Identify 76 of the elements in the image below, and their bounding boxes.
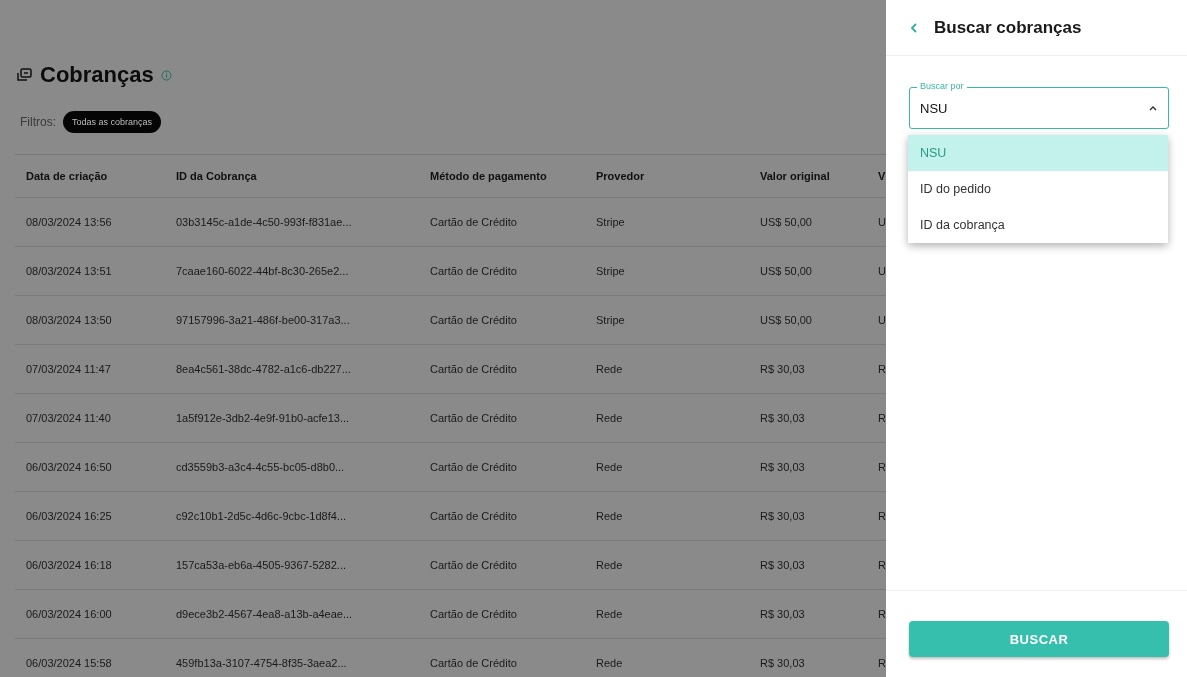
table-cell-text: 06/03/2024 16:50 bbox=[26, 461, 113, 473]
table-cell-text: Cartão de Crédito bbox=[430, 608, 518, 620]
table-cell-text: Rede bbox=[596, 559, 624, 571]
table-cell-text: 08/03/2024 13:51 bbox=[26, 265, 113, 277]
table-cell-text: Rede bbox=[596, 510, 624, 522]
select-label: Buscar por bbox=[917, 81, 967, 91]
table-cell-text: Cartão de Crédito bbox=[430, 461, 518, 473]
table-cell-text: 7caae160-6022-44bf-8c30-265e2... bbox=[176, 265, 350, 277]
table-cell: R bbox=[878, 363, 886, 375]
table-cell-text: 8ea4c561-38dc-4782-a1c6-db227... bbox=[176, 363, 352, 375]
table-cell: R bbox=[878, 559, 886, 571]
table-cell: U bbox=[878, 314, 886, 326]
table-cell-text: cd3559b3-a3c4-4c55-bc05-d8b0... bbox=[176, 461, 346, 473]
table-cell-text: Rede bbox=[596, 608, 624, 620]
table-cell-text: R$ 30,03 bbox=[760, 608, 806, 620]
table-cell-text: 06/03/2024 15:58 bbox=[26, 657, 113, 669]
table-cell-text: 08/03/2024 13:50 bbox=[26, 314, 113, 326]
table-cell-text: R$ 30,03 bbox=[760, 559, 806, 571]
column-header: ID da Cobrança bbox=[176, 170, 258, 182]
filters-label: Filtros: bbox=[20, 115, 56, 129]
filter-chip[interactable]: Todas as cobranças bbox=[63, 111, 162, 133]
table-cell-text: 03b3145c-a1de-4c50-993f-f831ae... bbox=[176, 216, 353, 228]
select-value: NSU bbox=[920, 100, 948, 116]
table-cell-text: Cartão de Crédito bbox=[430, 412, 518, 424]
column-header: V bbox=[878, 170, 886, 182]
table-cell-text: US$ 50,00 bbox=[760, 314, 813, 326]
table-cell-text: Cartão de Crédito bbox=[430, 314, 518, 326]
page-title: Cobranças bbox=[40, 62, 154, 88]
table-cell: R bbox=[878, 412, 886, 424]
table-cell: R bbox=[878, 510, 886, 522]
column-header: Método de pagamento bbox=[430, 170, 548, 182]
table-cell: R bbox=[878, 657, 886, 669]
menu-option[interactable]: ID do pedido bbox=[908, 171, 1168, 207]
table-cell-text: Cartão de Crédito bbox=[430, 559, 518, 571]
table-cell-text: Cartão de Crédito bbox=[430, 363, 518, 375]
table-cell-text: 08/03/2024 13:56 bbox=[26, 216, 113, 228]
table-cell-text: 06/03/2024 16:00 bbox=[26, 608, 113, 620]
menu-option[interactable]: ID da cobrança bbox=[908, 207, 1168, 243]
table-cell-text: 459fb13a-3107-4754-8f35-3aea2... bbox=[176, 657, 348, 669]
table-cell-text: Stripe bbox=[596, 265, 626, 277]
table-cell-text: 06/03/2024 16:25 bbox=[26, 510, 113, 522]
table-cell-text: R$ 30,03 bbox=[760, 510, 806, 522]
table-cell: R bbox=[878, 608, 886, 620]
table-cell-text: d9ece3b2-4567-4ea8-a13b-a4eae... bbox=[176, 608, 354, 620]
table-cell-text: R$ 30,03 bbox=[760, 461, 806, 473]
table-cell-text: Cartão de Crédito bbox=[430, 510, 518, 522]
table-cell-text: Rede bbox=[596, 461, 624, 473]
table-cell-text: c92c10b1-2d5c-4d6c-9cbc-1d8f4... bbox=[176, 510, 347, 522]
table-cell-text: Rede bbox=[596, 657, 624, 669]
table-cell-text: 07/03/2024 11:47 bbox=[26, 363, 112, 375]
table-cell-text: US$ 50,00 bbox=[760, 265, 813, 277]
table-cell-text: Rede bbox=[596, 412, 624, 424]
table-cell: U bbox=[878, 265, 886, 277]
table-cell: U bbox=[878, 216, 886, 228]
info-icon[interactable] bbox=[160, 69, 172, 81]
table-cell-text: R$ 30,03 bbox=[760, 363, 806, 375]
table-cell-text: US$ 50,00 bbox=[760, 216, 813, 228]
drawer-title: Buscar cobranças bbox=[934, 17, 1082, 38]
table-cell-text: 97157996-3a21-486f-be00-317a3... bbox=[176, 314, 351, 326]
cards-icon bbox=[15, 67, 33, 83]
table-cell-text: 07/03/2024 11:40 bbox=[26, 412, 112, 424]
table-cell-text: 1a5f912e-3db2-4e9f-91b0-acfe13... bbox=[176, 412, 351, 424]
table-cell-text: Rede bbox=[596, 363, 624, 375]
column-header: Provedor bbox=[596, 170, 646, 182]
table-cell-text: Stripe bbox=[596, 314, 626, 326]
table-cell-text: Cartão de Crédito bbox=[430, 657, 518, 669]
table-cell-text: Cartão de Crédito bbox=[430, 216, 518, 228]
table-cell-text: 157ca53a-eb6a-4505-9367-5282... bbox=[176, 559, 348, 571]
table-cell-text: Stripe bbox=[596, 216, 626, 228]
table-cell-text: 06/03/2024 16:18 bbox=[26, 559, 113, 571]
table-cell: R bbox=[878, 461, 886, 473]
table-cell-text: R$ 30,03 bbox=[760, 657, 806, 669]
table-cell-text: Cartão de Crédito bbox=[430, 265, 518, 277]
table-cell-text: R$ 30,03 bbox=[760, 412, 806, 424]
column-header: Data de criação bbox=[26, 170, 109, 182]
column-header: Valor original bbox=[760, 170, 831, 182]
